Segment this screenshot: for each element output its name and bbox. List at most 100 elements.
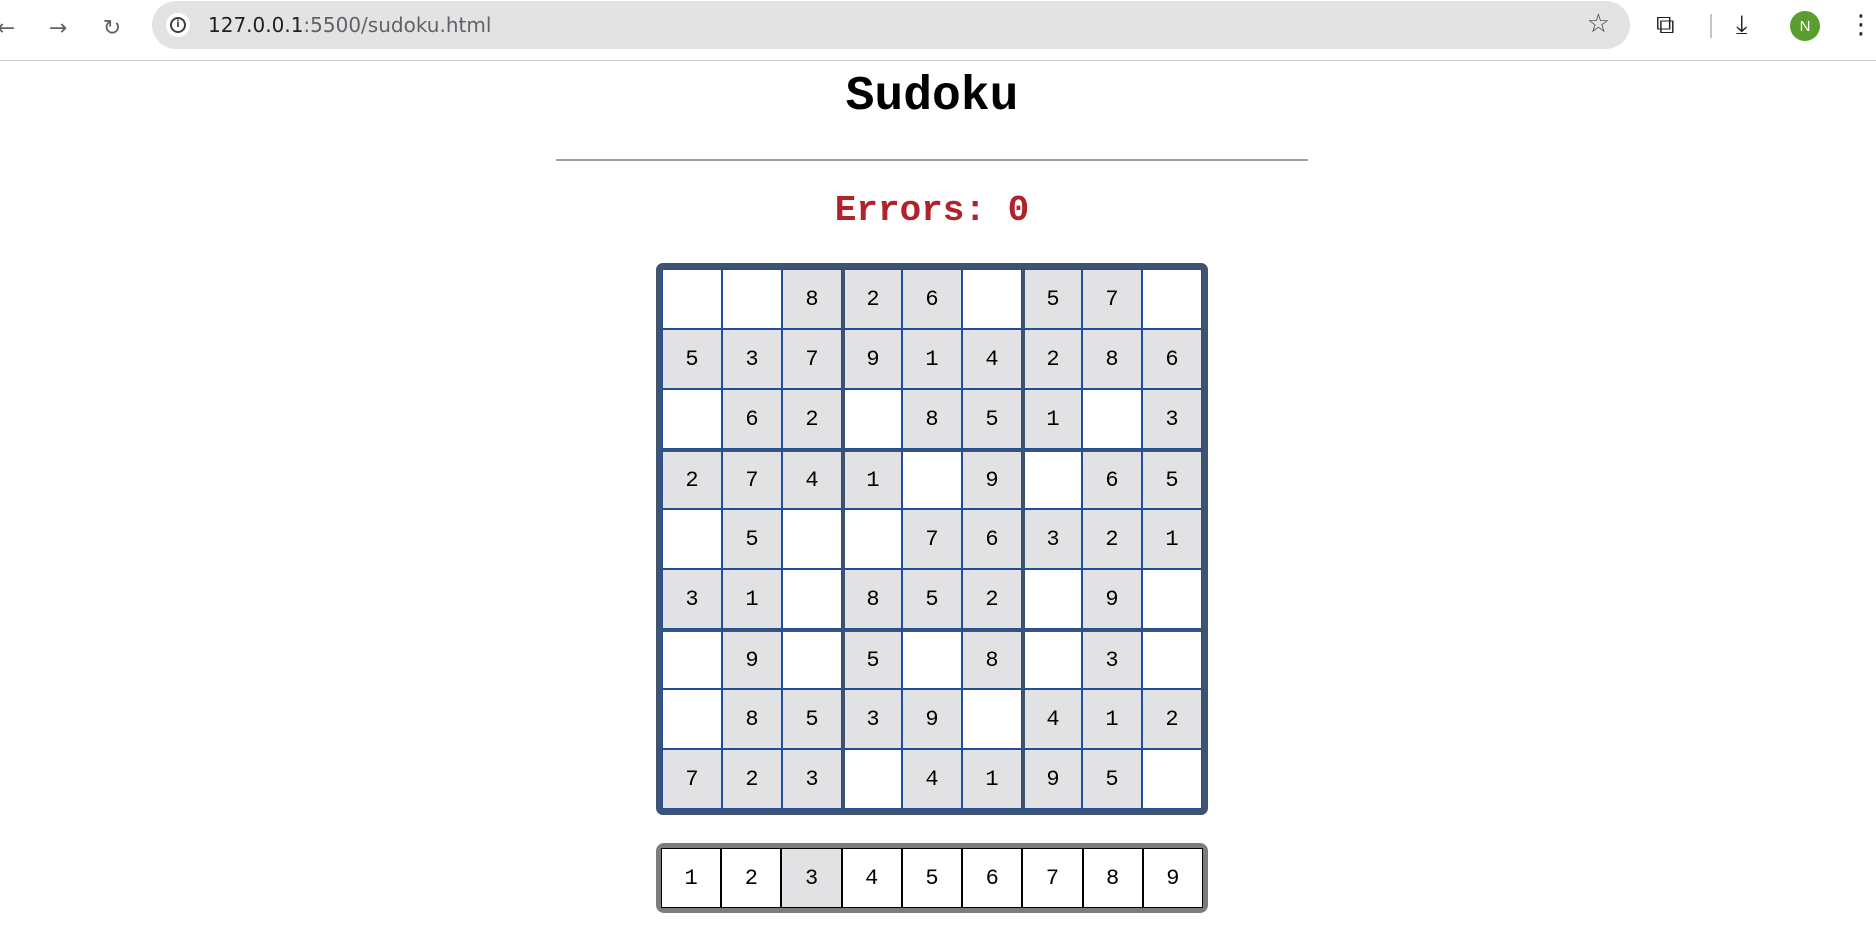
board-cell-r7-c5[interactable]: [902, 629, 962, 689]
board-cell-r2-c7[interactable]: 2: [1022, 329, 1082, 389]
board-cell-r9-c9[interactable]: [1142, 749, 1202, 809]
board-cell-r7-c2[interactable]: 9: [722, 629, 782, 689]
board-cell-r3-c9[interactable]: 3: [1142, 389, 1202, 449]
board-cell-r7-c8[interactable]: 3: [1082, 629, 1142, 689]
board-cell-r5-c1[interactable]: [662, 509, 722, 569]
forward-icon[interactable]: →: [42, 12, 74, 44]
board-cell-r6-c8[interactable]: 9: [1082, 569, 1142, 629]
board-cell-r1-c3[interactable]: 8: [782, 269, 842, 329]
board-cell-r1-c5[interactable]: 6: [902, 269, 962, 329]
board-cell-r6-c6[interactable]: 2: [962, 569, 1022, 629]
board-cell-r7-c7[interactable]: [1022, 629, 1082, 689]
board-cell-r5-c5[interactable]: 7: [902, 509, 962, 569]
board-cell-r9-c6[interactable]: 1: [962, 749, 1022, 809]
menu-icon[interactable]: ⋮: [1848, 10, 1874, 40]
board-cell-r4-c5[interactable]: [902, 449, 962, 509]
board-cell-r8-c3[interactable]: 5: [782, 689, 842, 749]
board-cell-r1-c2[interactable]: [722, 269, 782, 329]
digit-button-6[interactable]: 6: [962, 848, 1023, 908]
board-cell-r2-c4[interactable]: 9: [842, 329, 902, 389]
board-cell-r3-c2[interactable]: 6: [722, 389, 782, 449]
board-cell-r7-c9[interactable]: [1142, 629, 1202, 689]
board-cell-r5-c2[interactable]: 5: [722, 509, 782, 569]
board-cell-r9-c4[interactable]: [842, 749, 902, 809]
digit-button-8[interactable]: 8: [1082, 848, 1143, 908]
board-cell-r8-c8[interactable]: 1: [1082, 689, 1142, 749]
board-cell-r6-c1[interactable]: 3: [662, 569, 722, 629]
board-cell-r7-c6[interactable]: 8: [962, 629, 1022, 689]
profile-avatar[interactable]: N: [1790, 11, 1820, 41]
board-cell-r6-c9[interactable]: [1142, 569, 1202, 629]
address-bar[interactable]: i 127.0.0.1:5500/sudoku.html ☆: [152, 1, 1630, 49]
extensions-icon[interactable]: ⧉: [1656, 10, 1675, 41]
digit-button-4[interactable]: 4: [841, 848, 902, 908]
board-cell-r2-c9[interactable]: 6: [1142, 329, 1202, 389]
board-cell-r7-c1[interactable]: [662, 629, 722, 689]
board-cell-r5-c7[interactable]: 3: [1022, 509, 1082, 569]
board-cell-r2-c5[interactable]: 1: [902, 329, 962, 389]
board-cell-r6-c2[interactable]: 1: [722, 569, 782, 629]
board-cell-r8-c2[interactable]: 8: [722, 689, 782, 749]
board-cell-r9-c8[interactable]: 5: [1082, 749, 1142, 809]
board-cell-r2-c2[interactable]: 3: [722, 329, 782, 389]
board-cell-r4-c2[interactable]: 7: [722, 449, 782, 509]
digit-button-1[interactable]: 1: [661, 848, 722, 908]
board-cell-r6-c7[interactable]: [1022, 569, 1082, 629]
board-cell-r5-c3[interactable]: [782, 509, 842, 569]
board-cell-r1-c9[interactable]: [1142, 269, 1202, 329]
board-cell-r8-c5[interactable]: 9: [902, 689, 962, 749]
board-cell-r5-c8[interactable]: 2: [1082, 509, 1142, 569]
board-cell-r8-c1[interactable]: [662, 689, 722, 749]
board-cell-r8-c9[interactable]: 2: [1142, 689, 1202, 749]
reload-icon[interactable]: ↻: [96, 12, 128, 44]
board-cell-r6-c3[interactable]: [782, 569, 842, 629]
board-cell-r5-c6[interactable]: 6: [962, 509, 1022, 569]
board-cell-r9-c1[interactable]: 7: [662, 749, 722, 809]
board-cell-r4-c1[interactable]: 2: [662, 449, 722, 509]
board-cell-r8-c4[interactable]: 3: [842, 689, 902, 749]
board-cell-r2-c6[interactable]: 4: [962, 329, 1022, 389]
digit-button-2[interactable]: 2: [721, 848, 782, 908]
digit-button-3[interactable]: 3: [781, 848, 842, 908]
board-cell-r8-c6[interactable]: [962, 689, 1022, 749]
download-icon[interactable]: ⤓: [1736, 10, 1748, 41]
board-cell-r7-c3[interactable]: [782, 629, 842, 689]
board-cell-r4-c9[interactable]: 5: [1142, 449, 1202, 509]
board-cell-r2-c3[interactable]: 7: [782, 329, 842, 389]
board-cell-r9-c7[interactable]: 9: [1022, 749, 1082, 809]
url-text[interactable]: 127.0.0.1:5500/sudoku.html: [208, 13, 491, 37]
board-cell-r3-c8[interactable]: [1082, 389, 1142, 449]
board-cell-r7-c4[interactable]: 5: [842, 629, 902, 689]
board-cell-r5-c9[interactable]: 1: [1142, 509, 1202, 569]
board-cell-r2-c1[interactable]: 5: [662, 329, 722, 389]
site-info-icon[interactable]: i: [166, 13, 190, 37]
board-cell-r4-c4[interactable]: 1: [842, 449, 902, 509]
digit-button-7[interactable]: 7: [1022, 848, 1083, 908]
board-cell-r1-c8[interactable]: 7: [1082, 269, 1142, 329]
board-cell-r3-c6[interactable]: 5: [962, 389, 1022, 449]
board-cell-r2-c8[interactable]: 8: [1082, 329, 1142, 389]
board-cell-r3-c5[interactable]: 8: [902, 389, 962, 449]
board-cell-r3-c7[interactable]: 1: [1022, 389, 1082, 449]
board-cell-r8-c7[interactable]: 4: [1022, 689, 1082, 749]
board-cell-r1-c4[interactable]: 2: [842, 269, 902, 329]
board-cell-r6-c4[interactable]: 8: [842, 569, 902, 629]
board-cell-r1-c6[interactable]: [962, 269, 1022, 329]
digit-button-5[interactable]: 5: [901, 848, 963, 908]
board-cell-r3-c1[interactable]: [662, 389, 722, 449]
board-cell-r6-c5[interactable]: 5: [902, 569, 962, 629]
board-cell-r4-c6[interactable]: 9: [962, 449, 1022, 509]
board-cell-r5-c4[interactable]: [842, 509, 902, 569]
bookmark-star-icon[interactable]: ☆: [1587, 9, 1610, 39]
board-cell-r4-c7[interactable]: [1022, 449, 1082, 509]
board-cell-r4-c3[interactable]: 4: [782, 449, 842, 509]
board-cell-r9-c3[interactable]: 3: [782, 749, 842, 809]
board-cell-r9-c5[interactable]: 4: [902, 749, 962, 809]
board-cell-r1-c7[interactable]: 5: [1022, 269, 1082, 329]
digit-button-9[interactable]: 9: [1142, 848, 1203, 908]
board-cell-r9-c2[interactable]: 2: [722, 749, 782, 809]
board-cell-r3-c4[interactable]: [842, 389, 902, 449]
board-cell-r1-c1[interactable]: [662, 269, 722, 329]
back-icon[interactable]: ←: [0, 12, 22, 44]
board-cell-r4-c8[interactable]: 6: [1082, 449, 1142, 509]
